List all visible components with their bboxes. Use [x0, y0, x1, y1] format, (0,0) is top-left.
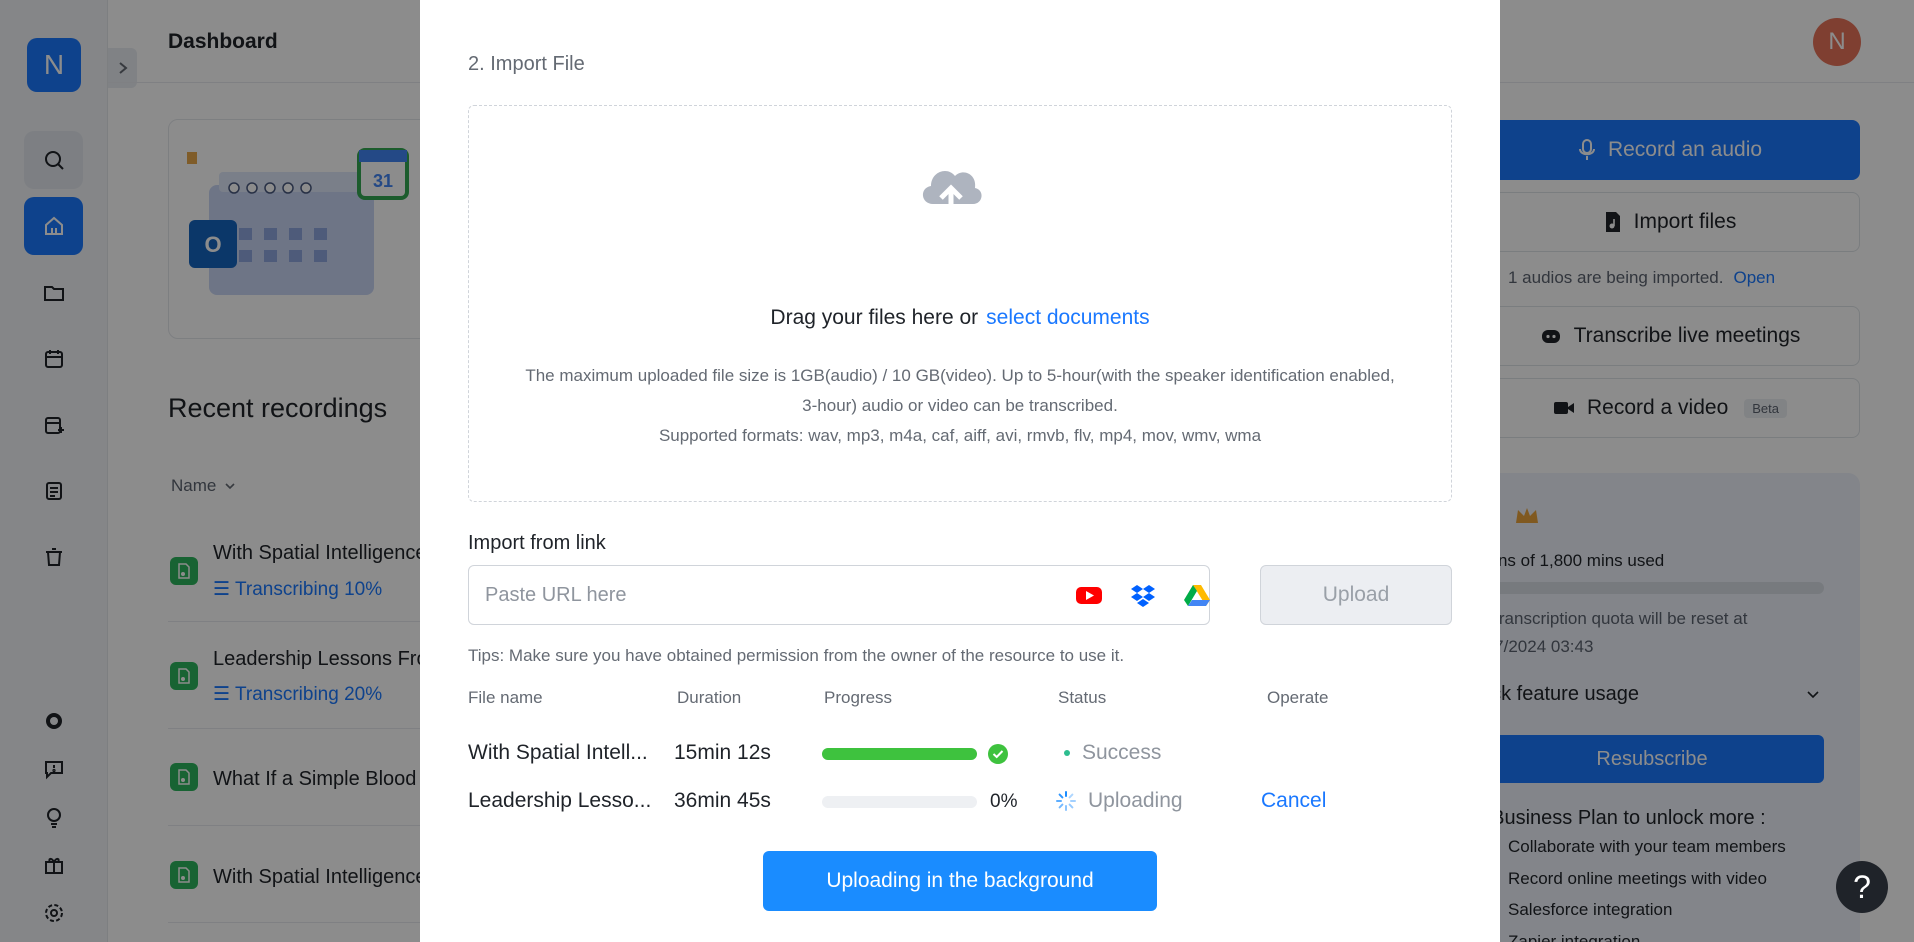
- file-duration: 36min 45s: [674, 789, 771, 812]
- dropbox-icon[interactable]: [1129, 582, 1157, 608]
- file-duration: 15min 12s: [674, 741, 771, 764]
- loading-spinner-icon: [1056, 791, 1076, 811]
- import-file-modal: 2. Import File Drag your files here or se…: [420, 0, 1500, 942]
- file-name: With Spatial Intell...: [468, 741, 648, 764]
- help-button[interactable]: ?: [1836, 861, 1888, 913]
- column-duration: Duration: [677, 688, 742, 707]
- youtube-icon[interactable]: [1075, 582, 1103, 608]
- column-progress: Progress: [824, 688, 893, 707]
- column-file-name: File name: [468, 688, 543, 707]
- permission-tip: Tips: Make sure you have obtained permis…: [468, 646, 1125, 665]
- check-circle-icon: [988, 744, 1008, 764]
- column-status: Status: [1058, 688, 1107, 707]
- upload-button[interactable]: Upload: [1260, 565, 1452, 625]
- google-drive-icon[interactable]: [1183, 582, 1211, 608]
- success-dot-icon: [1064, 750, 1070, 756]
- file-name: Leadership Lesso...: [468, 789, 652, 812]
- section-title: 2. Import File: [468, 53, 585, 75]
- progress-percent: 0%: [990, 791, 1018, 812]
- drag-instructions: Drag your files here or select documents: [770, 306, 1150, 329]
- file-status: Uploading: [1056, 789, 1183, 813]
- import-from-link-label: Import from link: [468, 532, 606, 554]
- column-operate: Operate: [1267, 688, 1329, 707]
- upload-progress-bar: [822, 796, 977, 808]
- url-input[interactable]: [485, 566, 1045, 624]
- cloud-upload-icon: [922, 171, 982, 214]
- url-input-box[interactable]: [468, 565, 1210, 625]
- upload-progress-bar: [822, 748, 977, 760]
- file-status: Success: [1058, 741, 1161, 765]
- cancel-upload-link[interactable]: Cancel: [1261, 789, 1326, 813]
- file-dropzone[interactable]: Drag your files here or select documents …: [468, 105, 1452, 502]
- upload-in-background-button[interactable]: Uploading in the background: [763, 851, 1157, 911]
- upload-limits: The maximum uploaded file size is 1GB(au…: [525, 366, 1395, 445]
- progress-fill: [822, 748, 977, 760]
- select-documents-link[interactable]: select documents: [986, 306, 1149, 329]
